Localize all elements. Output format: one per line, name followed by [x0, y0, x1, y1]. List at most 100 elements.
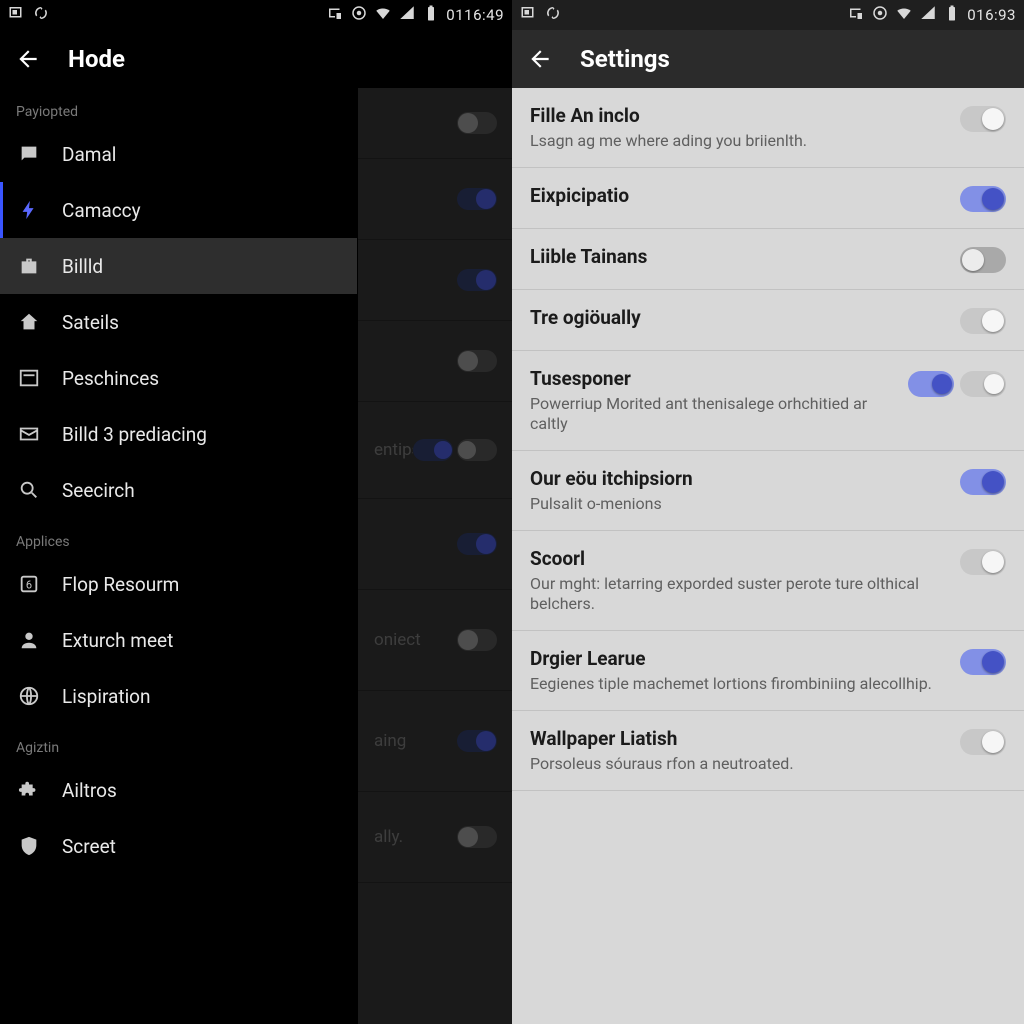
wifi-icon — [374, 4, 392, 26]
bg-toggle — [413, 439, 497, 461]
briefcase-icon — [18, 255, 40, 277]
app-bar-title: Hode — [68, 45, 125, 73]
setting-title: Tre ogiöually — [530, 306, 948, 329]
setting-subtitle: Our mght: letarring exporded suster pero… — [530, 574, 948, 614]
drawer-section-header: Agiztin — [0, 724, 357, 762]
phone-left: 0116:49 Hode entips oniect aing ally. — [0, 0, 512, 1024]
drawer-section-header: Payiopted — [0, 88, 357, 126]
chat-icon — [18, 143, 40, 165]
bg-toggle — [457, 730, 497, 752]
back-button[interactable] — [524, 43, 556, 75]
battery-icon — [422, 4, 440, 26]
clock: 016:93 — [967, 6, 1016, 24]
drawer-item-label: Peschinces — [62, 367, 159, 390]
setting-subtitle: Lsagn ag me where ading you briienlth. — [530, 131, 948, 151]
nav-drawer: Payiopted Damal Camaccy Billld Sateils P… — [0, 88, 357, 1024]
settings-list[interactable]: Fille An incloLsagn ag me where ading yo… — [512, 88, 1024, 1024]
screenshot-icon — [520, 4, 538, 26]
drawer-item-label: Damal — [62, 143, 116, 166]
status-bar: 016:93 — [512, 0, 1024, 30]
drawer-item-label: Billd 3 prediacing — [62, 423, 207, 446]
drawer-item-lispiration[interactable]: Lispiration — [0, 668, 357, 724]
setting-row[interactable]: ScoorlOur mght: letarring exporded suste… — [512, 531, 1024, 631]
drawer-item-sateils[interactable]: Sateils — [0, 294, 357, 350]
svg-text:6: 6 — [26, 579, 32, 592]
drawer-item-label: Seecirch — [62, 479, 135, 502]
background-settings-dim: entips oniect aing ally. — [357, 88, 512, 1024]
home-icon — [18, 311, 40, 333]
drawer-item-seecirch[interactable]: Seecirch — [0, 462, 357, 518]
drawer-item-label: Lispiration — [62, 685, 151, 708]
bg-toggle — [457, 826, 497, 848]
bg-toggle — [457, 188, 497, 210]
box-icon: 6 — [18, 573, 40, 595]
setting-row[interactable]: Wallpaper Liatish Porsoleus sóuraus rfon … — [512, 711, 1024, 791]
toggle[interactable] — [960, 549, 1006, 575]
setting-row[interactable]: TusesponerPowerriup Morited ant thenisal… — [512, 351, 1024, 451]
back-button[interactable] — [12, 43, 44, 75]
setting-subtitle: Pulsalit o-menions — [530, 494, 948, 514]
clock: 0116:49 — [446, 6, 504, 24]
setting-row[interactable]: Tre ogiöually — [512, 290, 1024, 351]
toggle[interactable] — [960, 469, 1006, 495]
drawer-item-screet[interactable]: Screet — [0, 818, 357, 874]
target-icon — [350, 4, 368, 26]
cast-icon — [847, 4, 865, 26]
drawer-item-label: Ailtros — [62, 779, 117, 802]
status-bar: 0116:49 — [0, 0, 512, 30]
bg-toggle — [457, 533, 497, 555]
setting-row[interactable]: Fille An incloLsagn ag me where ading yo… — [512, 88, 1024, 168]
drawer-item-camaccy[interactable]: Camaccy — [0, 182, 357, 238]
sync-icon — [544, 4, 562, 26]
bolt-icon — [18, 199, 40, 221]
person-icon — [18, 629, 40, 651]
toggle[interactable] — [960, 649, 1006, 675]
mail-icon — [18, 423, 40, 445]
setting-subtitle: Eegienes tiple machemet lortions firombi… — [530, 674, 948, 694]
setting-title: Drgier Learue — [530, 647, 948, 670]
setting-row[interactable]: Our eöu itchipsiornPulsalit o-menions — [512, 451, 1024, 531]
drawer-item-flop[interactable]: 6 Flop Resourm — [0, 556, 357, 612]
toggle[interactable] — [960, 247, 1006, 273]
drawer-item-label: Camaccy — [62, 199, 141, 222]
app-bar: Hode — [0, 30, 512, 88]
setting-subtitle: Porsoleus sóuraus rfon a neutroated. — [530, 754, 948, 774]
setting-subtitle: Powerriup Morited ant thenisalege orhchi… — [530, 394, 896, 434]
signal-icon — [919, 4, 937, 26]
setting-title: Liible Tainans — [530, 245, 948, 268]
signal-icon — [398, 4, 416, 26]
search-icon — [18, 479, 40, 501]
drawer-item-billd3[interactable]: Billd 3 prediacing — [0, 406, 357, 462]
globe-icon — [18, 685, 40, 707]
drawer-item-label: Screet — [62, 835, 116, 858]
shield-icon — [18, 835, 40, 857]
drawer-item-exturch[interactable]: Exturch meet — [0, 612, 357, 668]
drawer-item-damal[interactable]: Damal — [0, 126, 357, 182]
app-bar-title: Settings — [580, 45, 670, 73]
cast-icon — [326, 4, 344, 26]
toggle[interactable] — [960, 308, 1006, 334]
screenshot-icon — [8, 4, 26, 26]
puzzle-icon — [18, 779, 40, 801]
toggle[interactable] — [960, 186, 1006, 212]
drawer-item-peschinces[interactable]: Peschinces — [0, 350, 357, 406]
drawer-item-label: Exturch meet — [62, 629, 173, 652]
bg-toggle — [457, 112, 497, 134]
setting-row[interactable]: Drgier Learue Eegienes tiple machemet lor… — [512, 631, 1024, 711]
drawer-item-ailtros[interactable]: Ailtros — [0, 762, 357, 818]
target-icon — [871, 4, 889, 26]
left-body: entips oniect aing ally. Payiopted Damal… — [0, 88, 512, 1024]
setting-row[interactable]: Eixpicipatio — [512, 168, 1024, 229]
drawer-item-billld[interactable]: Billld — [0, 238, 357, 294]
setting-row[interactable]: Liible Tainans — [512, 229, 1024, 290]
drawer-item-label: Flop Resourm — [62, 573, 179, 596]
phone-right: 016:93 Settings Fille An incloLsagn ag m… — [512, 0, 1024, 1024]
setting-title: Wallpaper Liatish — [530, 727, 948, 750]
bg-toggle — [457, 629, 497, 651]
toggle[interactable] — [960, 729, 1006, 755]
toggle[interactable] — [908, 369, 1006, 397]
toggle[interactable] — [960, 106, 1006, 132]
wifi-icon — [895, 4, 913, 26]
bg-toggle — [457, 269, 497, 291]
sync-icon — [32, 4, 50, 26]
